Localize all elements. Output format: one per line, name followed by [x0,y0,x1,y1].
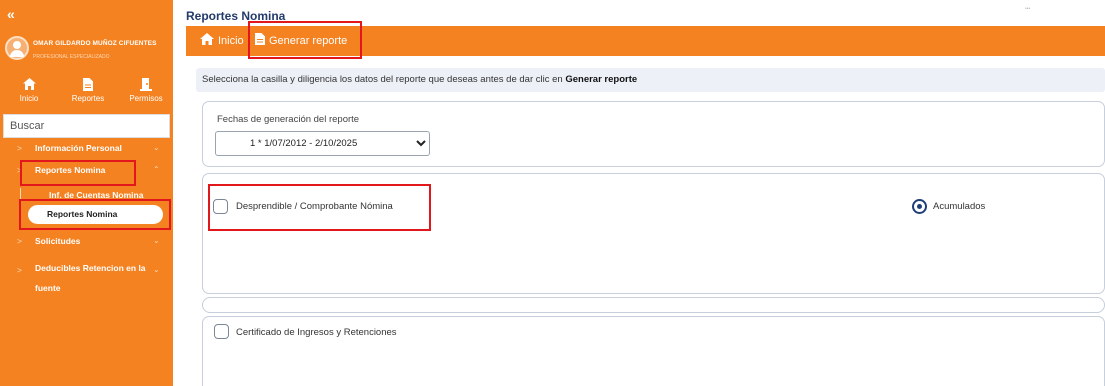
instructions-bar: Selecciona la casilla y diligencia los d… [196,68,1105,92]
date-range-label: Fechas de generación del reporte [217,114,360,125]
topbar-faint-text: ••• [1025,6,1031,12]
nav-inicio-label: Inicio [19,94,39,103]
chevron-right-icon: > [17,143,22,153]
nav-reportes-label: Reportes [71,94,105,103]
user-name: OMAR GILDARDO MUÑOZ CIFUENTES [33,40,157,47]
menu-item-label: Información Personal [35,143,122,153]
user-role: PROFESIONAL ESPECIALIZADO [33,54,110,60]
chevron-up-icon: ⌃ [153,165,160,174]
sidebar: « OMAR GILDARDO MUÑOZ CIFUENTES PROFESIO… [0,0,173,386]
menu-item-label: Deducibles Retencion en la fuente [35,263,146,293]
nav-reportes-button[interactable]: Reportes [63,76,113,103]
chevron-right-icon: > [17,265,22,275]
highlight-box [208,184,431,231]
nav-permisos-label: Permisos [129,94,163,103]
acumulados-label: Acumulados [933,201,986,212]
nav-inicio-button[interactable]: Inicio [4,76,54,103]
breadcrumb-inicio-label: Inicio [218,34,244,47]
acumulados-radio[interactable] [912,199,927,214]
nav-permisos-button[interactable]: Permisos [121,76,171,103]
chevron-right-icon: > [17,236,22,246]
instructions-bold-text: Generar reporte [565,74,638,85]
date-range-select[interactable]: 1 * 1/07/2012 - 2/10/2025 [215,131,430,156]
highlight-box [19,199,171,230]
home-icon [200,33,214,48]
avatar [5,36,29,60]
chevron-down-icon: ⌄ [153,236,160,245]
highlight-box [20,160,136,186]
collapse-sidebar-icon[interactable]: « [7,6,15,22]
instructions-text: Selecciona la casilla y diligencia los d… [202,74,566,85]
chevron-down-icon: ⌄ [153,143,160,152]
collapsed-card [202,297,1105,313]
menu-item-label: Solicitudes [35,236,81,246]
breadcrumb-inicio[interactable]: Inicio [200,33,244,48]
highlight-box [248,21,362,59]
home-icon [4,76,54,92]
certificado-checkbox[interactable] [214,324,229,339]
certificado-label: Certificado de Ingresos y Retenciones [236,327,397,338]
search-input[interactable] [3,114,170,138]
document-icon [63,76,113,92]
permissions-icon [121,76,171,92]
chevron-down-icon: ⌄ [153,265,160,274]
